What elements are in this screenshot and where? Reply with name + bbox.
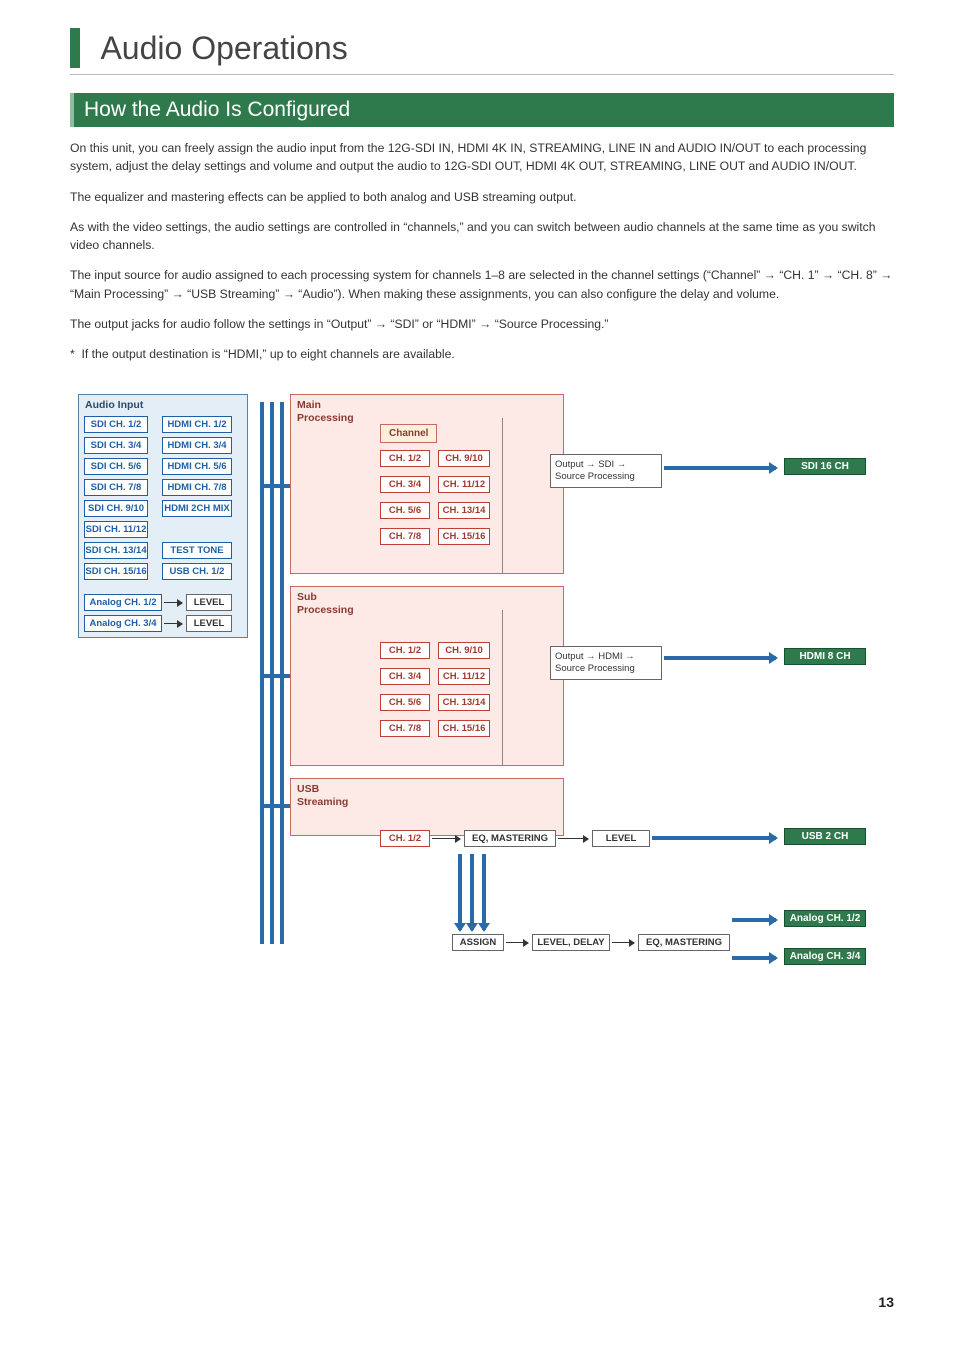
arrow-to-usb xyxy=(652,836,776,840)
assign-box: ASSIGN xyxy=(452,934,504,951)
sub-ch-l-2: CH. 5/6 xyxy=(380,694,430,711)
sub-ch-l-3: CH. 7/8 xyxy=(380,720,430,737)
chip-testtone: TEST TONE xyxy=(162,542,232,559)
arrow-to-hdmi xyxy=(664,656,776,660)
sub-ch-l-1: CH. 3/4 xyxy=(380,668,430,685)
chip-analog-1: Analog CH. 1/2 xyxy=(84,594,162,611)
sub-ch-r-3: CH. 15/16 xyxy=(438,720,490,737)
out-analog2: Analog CH. 3/4 xyxy=(784,948,866,965)
bus-to-usb xyxy=(260,804,290,808)
chip-hdmi-4: HDMI CH. 7/8 xyxy=(162,479,232,496)
main-ch-l-2: CH. 5/6 xyxy=(380,502,430,519)
main-out-line xyxy=(502,418,503,574)
usb-level: LEVEL xyxy=(592,830,650,847)
chip-sdi-5: SDI CH. 9/10 xyxy=(84,500,148,517)
chip-sdi-6: SDI CH. 11/12 xyxy=(84,521,148,538)
note-paragraph: * If the output destination is “HDMI,” u… xyxy=(70,345,894,363)
drop-3 xyxy=(482,854,486,930)
usb-eq-mastering: EQ, MASTERING xyxy=(464,830,556,847)
chip-sdi-3: SDI CH. 5/6 xyxy=(84,458,148,475)
main-processing-header: Main Processing xyxy=(291,395,371,429)
audio-input-header: Audio Input xyxy=(79,395,247,415)
chip-level-1: LEVEL xyxy=(186,594,232,611)
main-ch-l-0: CH. 1/2 xyxy=(380,450,430,467)
out-analog1: Analog CH. 1/2 xyxy=(784,910,866,927)
sub-ch-l-0: CH. 1/2 xyxy=(380,642,430,659)
chip-hdmi-3: HDMI CH. 5/6 xyxy=(162,458,232,475)
intro-paragraph-4: The input source for audio assigned to e… xyxy=(70,266,894,303)
bus-to-main xyxy=(260,484,290,488)
usb-streaming-region: USB Streaming xyxy=(290,778,564,836)
eq-mastering-2: EQ, MASTERING xyxy=(638,934,730,951)
sub-ch-r-0: CH. 9/10 xyxy=(438,642,490,659)
main-ch-r-2: CH. 13/14 xyxy=(438,502,490,519)
arrow-analog2-level xyxy=(164,623,182,624)
out-usb: USB 2 CH xyxy=(784,828,866,845)
output-hdmi-box: Output → HDMI → Source Processing xyxy=(550,646,662,681)
main-ch-r-1: CH. 11/12 xyxy=(438,476,490,493)
drop-1 xyxy=(458,854,462,930)
chip-hdmi-5: HDMI 2CH MIX xyxy=(162,500,232,517)
chip-sdi-7: SDI CH. 13/14 xyxy=(84,542,148,559)
arrow-to-analog1 xyxy=(732,918,776,922)
arrow-leveldelay-eq xyxy=(612,942,634,943)
channel-sub-label: Channel xyxy=(380,424,437,443)
sub-out-line xyxy=(502,610,503,766)
intro-paragraph-2: The equalizer and mastering effects can … xyxy=(70,188,894,206)
section-heading: How the Audio Is Configured xyxy=(70,93,894,127)
usb-ch12: CH. 1/2 xyxy=(380,830,430,847)
audio-flow-diagram: Audio Input SDI CH. 1/2 SDI CH. 3/4 SDI … xyxy=(70,394,894,1004)
chip-sdi-4: SDI CH. 7/8 xyxy=(84,479,148,496)
intro-paragraph-1: On this unit, you can freely assign the … xyxy=(70,139,894,176)
main-ch-l-3: CH. 7/8 xyxy=(380,528,430,545)
usb-streaming-header: USB Streaming xyxy=(291,779,371,813)
drop-2 xyxy=(470,854,474,930)
arrow-analog1-level xyxy=(164,602,182,603)
chip-hdmi-2: HDMI CH. 3/4 xyxy=(162,437,232,454)
intro-paragraph-3: As with the video settings, the audio se… xyxy=(70,218,894,255)
intro-paragraph-5: The output jacks for audio follow the se… xyxy=(70,315,894,333)
arrow-to-sdi xyxy=(664,466,776,470)
out-hdmi: HDMI 8 CH xyxy=(784,648,866,665)
chip-level-2: LEVEL xyxy=(186,615,232,632)
main-ch-r-3: CH. 15/16 xyxy=(438,528,490,545)
page-title-wrap: Audio Operations xyxy=(70,28,894,75)
main-ch-r-0: CH. 9/10 xyxy=(438,450,490,467)
level-delay-box: LEVEL, DELAY xyxy=(532,934,610,951)
sub-ch-r-2: CH. 13/14 xyxy=(438,694,490,711)
sub-processing-header: Sub Processing xyxy=(291,587,371,621)
output-sdi-box: Output → SDI → Source Processing xyxy=(550,454,662,489)
arrow-assign-leveldelay xyxy=(506,942,528,943)
chip-sdi-2: SDI CH. 3/4 xyxy=(84,437,148,454)
main-ch-l-1: CH. 3/4 xyxy=(380,476,430,493)
chip-sdi-1: SDI CH. 1/2 xyxy=(84,416,148,433)
bus-to-sub xyxy=(260,674,290,678)
chip-analog-2: Analog CH. 3/4 xyxy=(84,615,162,632)
sub-ch-r-1: CH. 11/12 xyxy=(438,668,490,685)
arrow-eq-level xyxy=(558,838,588,839)
title-accent-bar xyxy=(70,28,80,68)
page-title: Audio Operations xyxy=(100,30,347,67)
page-number: 13 xyxy=(878,1294,894,1310)
chip-sdi-8: SDI CH. 15/16 xyxy=(84,563,148,580)
arrow-usb-eq xyxy=(432,838,460,839)
out-sdi: SDI 16 CH xyxy=(784,458,866,475)
chip-usb-in: USB CH. 1/2 xyxy=(162,563,232,580)
arrow-to-analog2 xyxy=(732,956,776,960)
chip-hdmi-1: HDMI CH. 1/2 xyxy=(162,416,232,433)
